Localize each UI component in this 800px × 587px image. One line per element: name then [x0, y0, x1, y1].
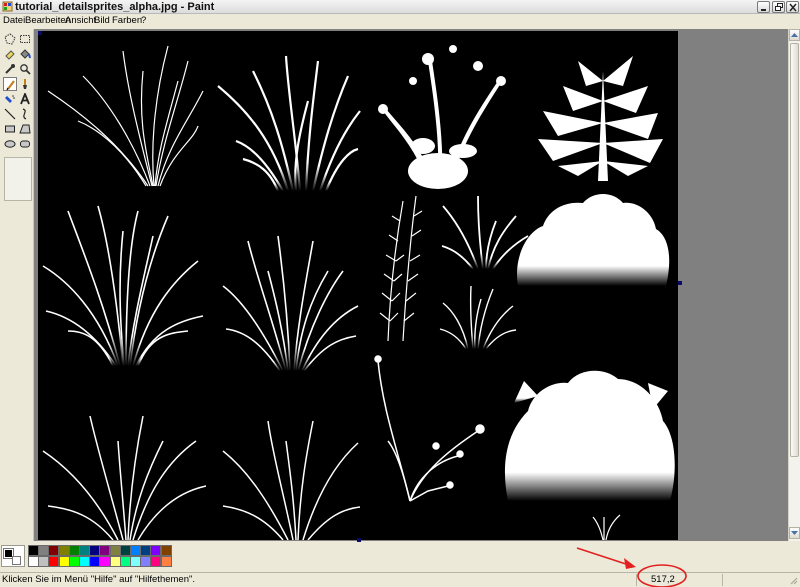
rectangle-icon — [5, 125, 15, 133]
resize-handle-right[interactable] — [678, 281, 682, 285]
menu-bar: Datei Bearbeiten Ansicht Bild Farben ? — [0, 15, 800, 28]
line-icon — [4, 108, 16, 120]
menu-ansicht[interactable]: Ansicht — [65, 15, 96, 27]
resize-handle[interactable] — [38, 31, 42, 35]
close-button[interactable] — [786, 1, 799, 13]
eraser-icon — [5, 50, 15, 60]
tool-pencil[interactable] — [3, 77, 17, 91]
tool-rounded-rectangle[interactable] — [18, 137, 32, 151]
palette-swatch[interactable] — [160, 545, 172, 556]
menu-datei[interactable]: Datei — [3, 15, 25, 27]
palette-swatch[interactable] — [160, 556, 172, 567]
menu-bild[interactable]: Bild — [94, 15, 110, 27]
close-icon — [789, 3, 797, 12]
tool-polygon[interactable] — [18, 122, 32, 136]
paint-window: tutorial_detailsprites_alpha.jpg - Paint… — [0, 0, 800, 587]
pick-color-icon — [5, 64, 15, 74]
menu-farben[interactable]: Farben — [112, 15, 142, 27]
vertical-scrollbar[interactable] — [788, 29, 800, 541]
tool-ellipse[interactable] — [3, 137, 17, 151]
tool-rectangle[interactable] — [3, 122, 17, 136]
scroll-up-button[interactable] — [789, 29, 800, 41]
restore-icon — [775, 3, 783, 11]
magnifier-icon — [20, 64, 31, 75]
title-bar[interactable]: tutorial_detailsprites_alpha.jpg - Paint — [0, 0, 800, 14]
airbrush-icon — [5, 95, 15, 103]
fill-bucket-icon — [20, 49, 31, 59]
canvas-workspace — [34, 29, 788, 542]
toolbox — [0, 29, 34, 541]
brush-icon — [23, 79, 27, 89]
text-icon — [20, 93, 30, 105]
polygon-icon — [19, 124, 31, 134]
minimize-button[interactable] — [757, 1, 770, 13]
tool-pick-color[interactable] — [3, 62, 17, 76]
tool-options-box[interactable] — [4, 157, 32, 201]
status-bar: Klicken Sie im Menü "Hilfe" auf "Hilfeth… — [0, 572, 800, 587]
tool-curve[interactable] — [18, 107, 32, 121]
resize-handle-bottom[interactable] — [357, 538, 361, 542]
color-palette — [0, 543, 800, 571]
tool-eraser[interactable] — [3, 47, 17, 61]
tool-text[interactable] — [18, 92, 32, 106]
tool-airbrush[interactable] — [3, 92, 17, 106]
tool-magnifier[interactable] — [18, 62, 32, 76]
scroll-thumb[interactable] — [790, 43, 799, 457]
tool-line[interactable] — [3, 107, 17, 121]
menu-help[interactable]: ? — [141, 15, 146, 27]
select-rectangle-icon — [20, 35, 30, 43]
window-title: tutorial_detailsprites_alpha.jpg - Paint — [15, 1, 215, 13]
curve-icon — [22, 108, 27, 120]
status-separator — [722, 574, 723, 586]
tool-free-form-select[interactable] — [3, 32, 17, 46]
ellipse-icon — [4, 140, 16, 148]
maximize-button[interactable] — [772, 1, 785, 13]
pencil-icon — [6, 80, 15, 91]
resize-grip-icon[interactable] — [788, 575, 798, 585]
minimize-icon — [761, 9, 766, 11]
background-color[interactable] — [12, 556, 21, 565]
tool-brush[interactable] — [18, 77, 32, 91]
current-colors[interactable] — [1, 545, 25, 567]
paint-app-icon — [2, 1, 13, 12]
scroll-down-button[interactable] — [789, 527, 800, 539]
tool-select[interactable] — [18, 32, 32, 46]
tool-fill[interactable] — [18, 47, 32, 61]
arrow-up-icon — [791, 33, 798, 37]
status-help-text: Klicken Sie im Menü "Hilfe" auf "Hilfeth… — [2, 574, 196, 585]
status-separator — [636, 574, 637, 586]
rounded-rectangle-icon — [20, 140, 30, 148]
free-form-select-icon — [4, 33, 16, 45]
status-coordinates: 517,2 — [651, 574, 675, 585]
image-canvas[interactable] — [38, 31, 678, 540]
arrow-down-icon — [791, 531, 798, 535]
